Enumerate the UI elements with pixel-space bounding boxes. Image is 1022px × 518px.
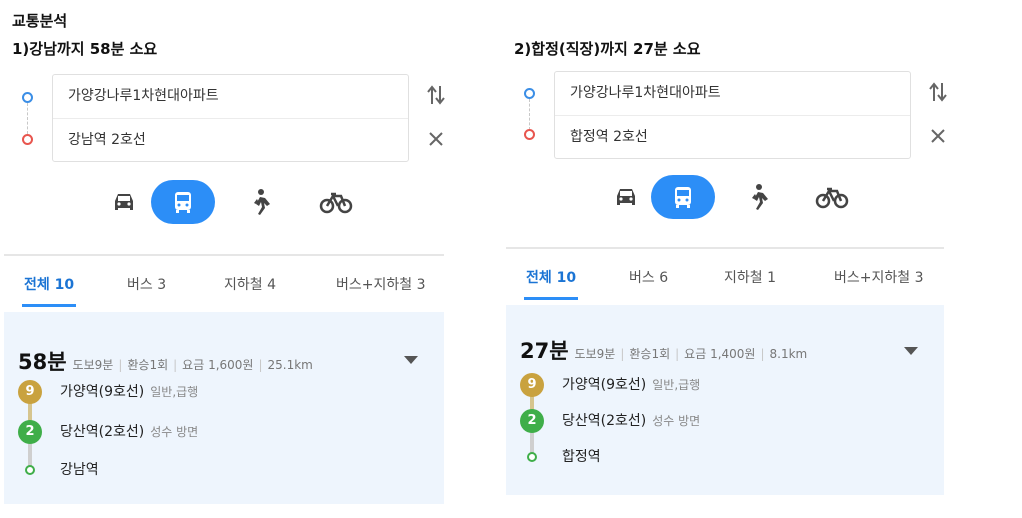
tab-bus-subway[interactable]: 버스+지하철 3 (834, 267, 924, 287)
origin-field[interactable]: 가양강나루1차현대아파트 (53, 75, 408, 118)
route-filter-tabs: 전체 10 버스 3 지하철 4 버스+지하철 3 (4, 274, 444, 310)
route-time: 58분 (18, 350, 67, 374)
mode-bus[interactable] (651, 175, 715, 219)
route-card[interactable]: 27분 도보9분 | 환승1회 | 요금 1,400원 | 8.1km 9 가양역(9호선) 일… (506, 305, 944, 495)
tab-bus-subway[interactable]: 버스+지하철 3 (336, 274, 426, 294)
route-stop: 2 당산역(2호선) 성수 방면 (520, 409, 700, 433)
panel-1-header: 1)강남까지 58분 소요 (12, 40, 158, 58)
origin-marker-icon (524, 88, 535, 99)
route-panel-2: 가양강나루1차현대아파트 합정역 2호선 전체 10 버스 6 지하철 1 버스… (506, 71, 954, 507)
mode-walk[interactable] (726, 175, 790, 219)
line-9-badge: 9 (18, 380, 42, 404)
stop-note: 성수 방면 (652, 414, 701, 428)
stop-name: 당산역(2호선) (60, 424, 145, 440)
destination-marker-icon (524, 129, 535, 140)
mode-car[interactable] (92, 180, 156, 224)
route-stop: 2 당산역(2호선) 성수 방면 (18, 420, 198, 444)
tab-subway[interactable]: 지하철 1 (724, 267, 776, 287)
mode-car[interactable] (594, 175, 658, 219)
route-stop: 강남역 (18, 458, 99, 482)
bus-icon (175, 192, 191, 213)
chevron-down-icon[interactable] (404, 356, 418, 364)
transfer-count: 환승1회 (127, 358, 169, 372)
car-icon (617, 189, 635, 205)
stop-note: 일반,급행 (652, 378, 701, 392)
mode-bus[interactable] (151, 180, 215, 224)
close-icon[interactable] (926, 125, 950, 149)
mode-bike[interactable] (800, 175, 864, 219)
transport-mode-selector (84, 180, 374, 224)
route-stop: 9 가양역(9호선) 일반,급행 (520, 373, 700, 397)
route-panel-1: 가양강나루1차현대아파트 강남역 2호선 전체 10 버스 3 지하철 4 버스… (4, 74, 452, 510)
origin-field[interactable]: 가양강나루1차현대아파트 (555, 72, 910, 115)
destination-dot-icon (527, 452, 537, 462)
swap-icon[interactable] (424, 84, 448, 111)
divider (506, 247, 944, 249)
tab-all[interactable]: 전체 10 (523, 267, 579, 300)
tab-bus[interactable]: 버스 6 (629, 267, 668, 287)
walk-time: 도보9분 (72, 358, 114, 372)
transport-mode-selector (586, 175, 876, 219)
origin-marker-icon (22, 92, 33, 103)
route-dash-line (529, 99, 530, 130)
address-box: 가양강나루1차현대아파트 합정역 2호선 (554, 71, 911, 159)
route-summary: 27분 도보9분 | 환승1회 | 요금 1,400원 | 8.1km (520, 339, 808, 363)
walk-icon (254, 189, 270, 215)
fare: 요금 1,600원 (182, 358, 254, 372)
divider (4, 254, 444, 256)
line-2-badge: 2 (18, 420, 42, 444)
stop-name: 당산역(2호선) (562, 413, 647, 429)
destination-dot-icon (25, 465, 35, 475)
destination-marker-icon (22, 134, 33, 145)
line-9-badge: 9 (520, 373, 544, 397)
stop-note: 일반,급행 (150, 385, 199, 399)
tab-bus[interactable]: 버스 3 (127, 274, 166, 294)
car-icon (115, 194, 133, 210)
route-stop: 합정역 (520, 445, 601, 469)
transfer-count: 환승1회 (629, 347, 671, 361)
address-box: 가양강나루1차현대아파트 강남역 2호선 (52, 74, 409, 162)
close-icon[interactable] (424, 128, 448, 152)
mode-walk[interactable] (228, 180, 292, 224)
section-title: 교통분석 (12, 12, 68, 30)
route-card[interactable]: 58분 도보9분 | 환승1회 | 요금 1,600원 | 25.1km 9 가양역(9호선)… (4, 312, 444, 504)
destination-field[interactable]: 강남역 2호선 (53, 118, 408, 162)
mode-bike[interactable] (304, 180, 368, 224)
route-filter-tabs: 전체 10 버스 6 지하철 1 버스+지하철 3 (506, 267, 946, 303)
distance: 25.1km (267, 358, 313, 372)
tab-subway[interactable]: 지하철 4 (224, 274, 276, 294)
distance: 8.1km (769, 347, 808, 361)
swap-icon[interactable] (926, 81, 950, 108)
stop-name: 가양역(9호선) (562, 377, 647, 393)
route-dash-line (27, 103, 28, 134)
line-2-badge: 2 (520, 409, 544, 433)
walk-time: 도보9분 (574, 347, 616, 361)
stop-name: 합정역 (562, 449, 601, 465)
bike-icon (815, 187, 849, 209)
route-time: 27분 (520, 339, 569, 363)
chevron-down-icon[interactable] (904, 347, 918, 355)
route-stop: 9 가양역(9호선) 일반,급행 (18, 380, 198, 404)
bus-icon (675, 187, 691, 208)
bike-icon (319, 192, 353, 214)
panel-2-header: 2)합정(직장)까지 27분 소요 (514, 40, 701, 58)
stop-note: 성수 방면 (150, 425, 199, 439)
tab-all[interactable]: 전체 10 (21, 274, 77, 307)
stop-name: 가양역(9호선) (60, 384, 145, 400)
fare: 요금 1,400원 (684, 347, 756, 361)
walk-icon (752, 184, 768, 210)
stop-name: 강남역 (60, 462, 99, 478)
route-summary: 58분 도보9분 | 환승1회 | 요금 1,600원 | 25.1km (18, 350, 313, 374)
destination-field[interactable]: 합정역 2호선 (555, 115, 910, 159)
